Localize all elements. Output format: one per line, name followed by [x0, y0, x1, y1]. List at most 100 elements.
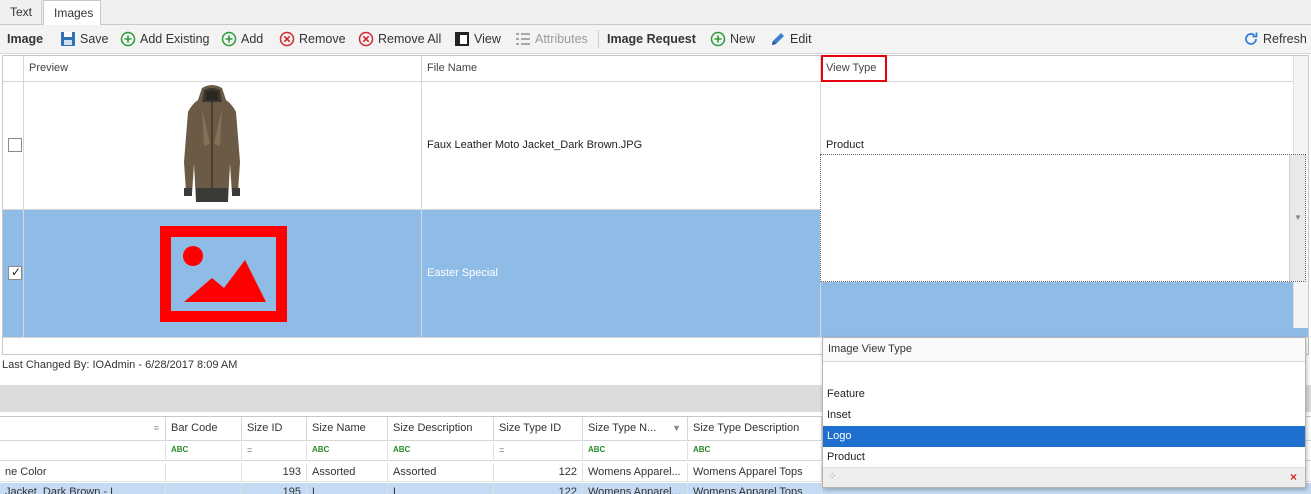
- image-section-label: Image: [7, 32, 44, 46]
- add-circle-icon: [710, 31, 726, 47]
- remove-icon: [358, 31, 374, 47]
- save-icon: [61, 32, 75, 46]
- list-icon: [516, 33, 530, 45]
- file-name-cell[interactable]: Faux Leather Moto Jacket_Dark Brown.JPG: [422, 82, 821, 209]
- row-checkbox[interactable]: ✓: [8, 265, 22, 280]
- refresh-label: Refresh: [1263, 32, 1307, 46]
- size-type-id-column-header[interactable]: Size Type ID: [494, 417, 583, 441]
- filter-icon[interactable]: ▼: [672, 417, 681, 440]
- pencil-icon: [772, 33, 784, 45]
- view-type-text: Product: [826, 139, 864, 151]
- file-name-column-header[interactable]: File Name: [422, 56, 821, 81]
- dropdown-item-product[interactable]: Product: [823, 447, 1305, 468]
- add-circle-icon: [120, 31, 136, 47]
- description-column-header[interactable]: ≡: [0, 417, 166, 441]
- filter-cell[interactable]: ABC: [166, 442, 242, 461]
- bar-code-column-header[interactable]: Bar Code: [166, 417, 242, 441]
- dropdown-item-feature[interactable]: Feature: [823, 384, 1305, 405]
- sort-icon: ≡: [153, 423, 159, 433]
- table-cell: Assorted: [307, 463, 388, 482]
- table-cell: Womens Apparel...: [583, 463, 688, 482]
- file-name-cell[interactable]: Easter Special: [422, 210, 821, 337]
- image-request-label: Image Request: [607, 32, 696, 46]
- filter-cell[interactable]: ABC: [583, 442, 688, 461]
- checkmark-icon: ✓: [11, 265, 22, 279]
- new-label: New: [730, 32, 756, 46]
- tab-images[interactable]: Images: [43, 0, 101, 26]
- filter-cell[interactable]: ABC: [688, 442, 822, 461]
- image-toolbar: Image Save Add Existing Add Remove Remov…: [0, 25, 1311, 54]
- view-type-dropdown-popup: Image View Type Feature Inset Logo Produ…: [822, 337, 1306, 488]
- table-cell: L: [388, 483, 494, 494]
- close-icon[interactable]: ×: [1290, 470, 1297, 484]
- jacket-thumbnail: [184, 85, 240, 202]
- view-type-highlight-box: [821, 55, 887, 82]
- text-filter-icon: ABC: [171, 445, 189, 454]
- refresh-icon: [1245, 32, 1258, 45]
- dropdown-header: Image View Type: [823, 338, 1305, 362]
- table-cell: 195: [242, 483, 307, 494]
- dropdown-item-logo[interactable]: Logo: [823, 426, 1305, 447]
- view-type-column-header[interactable]: View Type: [821, 56, 1293, 81]
- view-type-editor[interactable]: ▼: [820, 154, 1306, 282]
- file-name-text: Faux Leather Moto Jacket_Dark Brown.JPG: [427, 139, 643, 151]
- table-cell: 193: [242, 463, 307, 482]
- toolbar-divider: [598, 30, 599, 48]
- table-cell: ne Color: [0, 463, 166, 482]
- add-circle-icon: [221, 31, 237, 47]
- select-column-header[interactable]: [3, 56, 24, 81]
- dropdown-button[interactable]: ▼: [1289, 155, 1305, 281]
- save-label: Save: [80, 32, 109, 46]
- table-cell: Womens Apparel Tops: [688, 463, 822, 482]
- table-cell: 122: [494, 463, 583, 482]
- table-cell: Assorted: [388, 463, 494, 482]
- size-type-name-column-header[interactable]: Size Type N... ▼: [583, 417, 688, 441]
- row-select-cell: [3, 82, 24, 209]
- table-cell: 122: [494, 483, 583, 494]
- text-filter-icon: ABC: [693, 445, 711, 454]
- filter-cell[interactable]: ABC: [307, 442, 388, 461]
- last-changed-status: Last Changed By: IOAdmin - 6/28/2017 8:0…: [2, 359, 238, 371]
- view-icon: [455, 32, 469, 46]
- preview-column-header[interactable]: Preview: [24, 56, 422, 81]
- dropdown-item-empty[interactable]: [823, 363, 1305, 384]
- tab-text[interactable]: Text: [0, 0, 42, 25]
- table-cell: [166, 463, 242, 482]
- filter-cell[interactable]: =: [242, 442, 307, 461]
- equals-filter-icon: =: [499, 445, 505, 455]
- table-cell: Womens Apparel Tops: [688, 483, 822, 494]
- remove-all-label: Remove All: [378, 32, 442, 46]
- filter-cell[interactable]: ABC: [388, 442, 494, 461]
- size-description-column-header[interactable]: Size Description: [388, 417, 494, 441]
- resize-grip-icon[interactable]: ⁘: [828, 471, 836, 482]
- preview-cell: [24, 82, 422, 209]
- table-cell: L: [307, 483, 388, 494]
- dropdown-item-inset[interactable]: Inset: [823, 405, 1305, 426]
- chevron-down-icon: ▼: [1294, 213, 1302, 222]
- images-grid-header: Preview File Name View Type: [3, 56, 1308, 82]
- row-select-cell: ✓: [3, 210, 24, 337]
- remove-label: Remove: [299, 32, 346, 46]
- edit-label: Edit: [790, 32, 812, 46]
- text-filter-icon: ABC: [312, 445, 330, 454]
- view-label: View: [474, 32, 501, 46]
- table-cell: Jacket_Dark Brown - L: [0, 483, 166, 494]
- preview-cell: [24, 210, 422, 337]
- table-cell: Womens Apparel...: [583, 483, 688, 494]
- size-id-column-header[interactable]: Size ID: [242, 417, 307, 441]
- dropdown-footer: ⁘ ×: [823, 467, 1305, 487]
- tab-strip: Text Images: [0, 0, 1311, 26]
- filter-cell[interactable]: [0, 442, 166, 461]
- filter-cell[interactable]: =: [494, 442, 583, 461]
- remove-icon: [279, 31, 295, 47]
- row-checkbox[interactable]: [8, 138, 22, 152]
- size-type-description-column-header[interactable]: Size Type Description: [688, 417, 822, 441]
- size-name-column-header[interactable]: Size Name: [307, 417, 388, 441]
- table-cell: [166, 483, 242, 494]
- text-filter-icon: ABC: [588, 445, 606, 454]
- attributes-label: Attributes: [535, 32, 588, 46]
- add-label: Add: [241, 32, 264, 46]
- add-existing-label: Add Existing: [140, 32, 210, 46]
- equals-filter-icon: =: [247, 445, 253, 455]
- image-placeholder-icon: [160, 226, 287, 322]
